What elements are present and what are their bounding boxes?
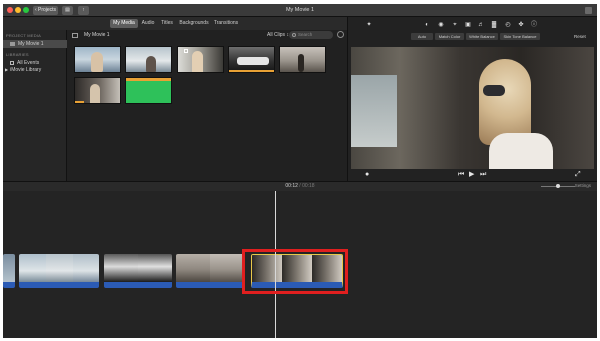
skip-back-icon[interactable]: ⏮ bbox=[458, 171, 464, 179]
disclosure-triangle-icon[interactable]: ▶ bbox=[5, 67, 8, 72]
fullscreen-icon[interactable] bbox=[585, 7, 592, 14]
zoom-slider-knob[interactable] bbox=[556, 184, 560, 188]
auto-button[interactable]: Auto bbox=[411, 33, 433, 40]
film-icon bbox=[10, 41, 15, 46]
timecode-separator: / bbox=[299, 183, 301, 189]
tab-my-media[interactable]: My Media bbox=[110, 19, 138, 28]
clip-used-marker bbox=[229, 70, 274, 72]
speed-icon[interactable]: ◴ bbox=[504, 21, 512, 29]
sidebar-item-label: iMovie Library bbox=[10, 67, 42, 73]
noise-reduction-icon[interactable]: ▓ bbox=[490, 21, 498, 29]
crop-icon[interactable]: ⌖ bbox=[451, 21, 459, 29]
media-thumbnail[interactable] bbox=[74, 46, 121, 73]
libraries-heading: LIBRARIES bbox=[6, 52, 29, 57]
timecode: 00:12 / 00:18 bbox=[3, 183, 597, 189]
media-thumbnail[interactable] bbox=[74, 77, 121, 104]
person-figure bbox=[192, 51, 203, 72]
media-browser: My Movie 1 All Clips ↕ Search bbox=[67, 30, 347, 181]
clip-frame bbox=[104, 254, 138, 282]
media-thumbnail[interactable] bbox=[177, 46, 224, 73]
timeline-clip[interactable] bbox=[104, 254, 172, 288]
viewer-panel: ✦ ◐ ◉ ⌖ ▣ ♬ ▓ ◴ ✤ ⓘ Auto Match Color Whi… bbox=[347, 17, 597, 181]
libraries-sidebar: PROJECT MEDIA My Movie 1 LIBRARIES All E… bbox=[3, 30, 67, 181]
person-figure bbox=[91, 52, 103, 72]
media-thumbnail[interactable] bbox=[125, 46, 172, 73]
clip-frame bbox=[138, 254, 172, 282]
current-time: 00:12 bbox=[285, 183, 298, 189]
selection-marker-icon bbox=[184, 49, 188, 53]
title-bar: ‹ Projects ▤ ↑ My Movie 1 bbox=[3, 4, 597, 17]
clips-filter-label: All Clips bbox=[267, 32, 286, 38]
match-color-button[interactable]: Match Color bbox=[435, 33, 464, 40]
clip-used-marker bbox=[126, 78, 171, 81]
window-title: My Movie 1 bbox=[285, 7, 315, 13]
clip-frame bbox=[46, 254, 73, 282]
timeline-clip[interactable] bbox=[3, 254, 15, 288]
skin-tone-balance-button[interactable]: Skin Tone Balance bbox=[500, 33, 540, 40]
tab-audio[interactable]: Audio bbox=[139, 19, 157, 28]
info-icon[interactable]: ⓘ bbox=[530, 21, 538, 29]
sea-horizon bbox=[237, 57, 269, 65]
gear-icon[interactable] bbox=[337, 31, 344, 38]
media-thumbnail[interactable] bbox=[228, 46, 275, 73]
magic-wand-icon[interactable]: ✦ bbox=[365, 21, 373, 29]
events-icon bbox=[10, 60, 14, 65]
browser-title: My Movie 1 bbox=[84, 32, 110, 38]
sidebar-item-project[interactable]: My Movie 1 bbox=[3, 40, 67, 48]
search-icon bbox=[292, 33, 296, 37]
media-thumbnail[interactable] bbox=[279, 46, 326, 73]
timeline-clip[interactable] bbox=[176, 254, 244, 288]
skip-forward-icon[interactable]: ⏭ bbox=[480, 171, 486, 179]
microphone-icon[interactable]: ● bbox=[365, 171, 369, 179]
tab-backgrounds[interactable]: Backgrounds bbox=[178, 19, 210, 28]
person-figure bbox=[298, 54, 304, 72]
person-figure bbox=[90, 84, 100, 103]
person-figure bbox=[146, 56, 156, 72]
sidebar-item-library[interactable]: ▶ iMovie Library bbox=[3, 66, 67, 74]
clips-filter[interactable]: All Clips ↕ bbox=[267, 32, 289, 38]
clip-frame bbox=[19, 254, 46, 282]
timeline-clip[interactable] bbox=[19, 254, 99, 288]
timeline-header: 00:12 / 00:18 Settings bbox=[3, 181, 597, 191]
project-media-heading: PROJECT MEDIA bbox=[6, 33, 41, 38]
filter-icon[interactable]: ✤ bbox=[517, 21, 525, 29]
stabilization-icon[interactable]: ▣ bbox=[464, 21, 472, 29]
search-input[interactable]: Search bbox=[289, 31, 333, 39]
expand-icon[interactable]: ⤢ bbox=[575, 171, 581, 179]
clip-frame bbox=[176, 254, 210, 282]
white-balance-button[interactable]: White Balance bbox=[466, 33, 498, 40]
play-icon[interactable]: ▶ bbox=[469, 171, 474, 179]
media-tabs: My Media Audio Titles Backgrounds Transi… bbox=[3, 17, 347, 30]
selection-highlight-box bbox=[242, 249, 348, 294]
settings-button[interactable]: Settings bbox=[575, 183, 591, 188]
sky-area bbox=[351, 75, 397, 147]
person-shirt bbox=[489, 133, 553, 169]
search-placeholder: Search bbox=[298, 32, 313, 37]
clip-used-marker bbox=[75, 101, 84, 103]
media-thumbnail[interactable] bbox=[125, 77, 172, 104]
color-correction-icon[interactable]: ◉ bbox=[437, 21, 445, 29]
clip-frame bbox=[3, 254, 15, 282]
clip-frame bbox=[73, 254, 99, 282]
duration: 00:18 bbox=[302, 183, 315, 189]
tab-transitions[interactable]: Transitions bbox=[212, 19, 240, 28]
sunglasses bbox=[483, 85, 505, 96]
color-balance-icon[interactable]: ◐ bbox=[423, 21, 431, 29]
clip-frame bbox=[210, 254, 244, 282]
sidebar-item-label: My Movie 1 bbox=[18, 41, 44, 47]
video-preview bbox=[351, 47, 594, 169]
reset-button[interactable]: Reset bbox=[574, 34, 586, 39]
volume-icon[interactable]: ♬ bbox=[477, 21, 485, 29]
sidebar-toggle-icon[interactable] bbox=[72, 33, 78, 38]
tab-titles[interactable]: Titles bbox=[158, 19, 176, 28]
